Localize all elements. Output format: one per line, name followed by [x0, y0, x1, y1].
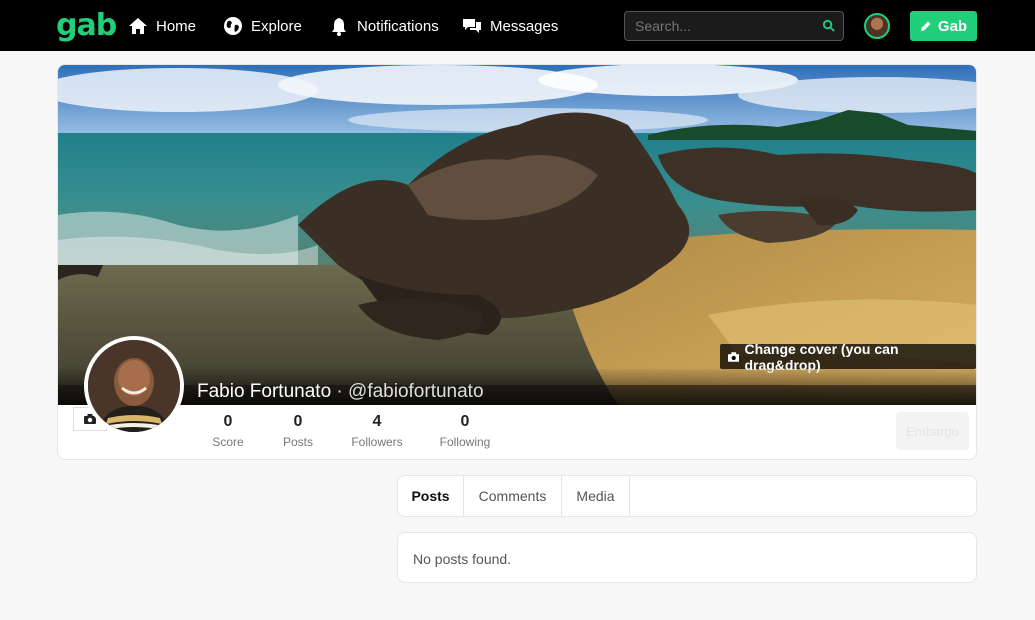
- name-bar: [58, 369, 976, 405]
- user-avatar[interactable]: [864, 13, 890, 39]
- compose-gab-button[interactable]: Gab: [910, 11, 977, 41]
- stat-value: 0: [223, 413, 233, 430]
- top-navbar: gab Home Explore Notifications Messages …: [0, 0, 1035, 51]
- empty-feed-message: No posts found.: [413, 551, 512, 567]
- nav-home[interactable]: Home: [128, 14, 196, 38]
- home-icon: [129, 18, 147, 34]
- posts-feed: No posts found.: [397, 532, 977, 583]
- bell-icon: [332, 18, 346, 36]
- name-separator: ·: [336, 381, 343, 402]
- chat-icon: [463, 19, 481, 33]
- stat-label: Score: [212, 435, 244, 449]
- stat-value: 0: [460, 413, 470, 430]
- tab-comments[interactable]: Comments: [464, 476, 562, 516]
- profile-card: Change cover (you can drag&drop) Fabio F…: [57, 64, 977, 460]
- stat-label: Followers: [351, 435, 403, 449]
- nav-explore[interactable]: Explore: [223, 14, 302, 38]
- stat-label: Following: [439, 435, 491, 449]
- camera-icon: [728, 351, 740, 362]
- compose-gab-label: Gab: [937, 17, 968, 35]
- nav-notifications-label: Notifications: [357, 17, 439, 35]
- profile-name: Fabio Fortunato · @fabiofortunato: [197, 381, 484, 403]
- tab-posts[interactable]: Posts: [398, 476, 464, 516]
- pencil-icon: [920, 21, 931, 31]
- tab-media[interactable]: Media: [562, 476, 630, 516]
- search-input[interactable]: [625, 12, 815, 40]
- profile-avatar[interactable]: [84, 336, 184, 436]
- nav-messages[interactable]: Messages: [462, 14, 558, 38]
- nav-explore-label: Explore: [251, 17, 302, 35]
- display-name: Fabio Fortunato: [197, 381, 332, 402]
- stat-followers[interactable]: 4 Followers: [347, 413, 407, 449]
- profile-action-button[interactable]: Embargo: [896, 412, 969, 450]
- stat-score: 0 Score: [206, 413, 250, 449]
- stat-value: 4: [372, 413, 382, 430]
- change-cover-button[interactable]: Change cover (you can drag&drop): [720, 341, 976, 373]
- stat-posts[interactable]: 0 Posts: [278, 413, 318, 449]
- nav-messages-label: Messages: [490, 17, 559, 35]
- change-cover-label: Change cover (you can drag&drop): [744, 340, 899, 373]
- username-handle: @fabiofortunato: [348, 381, 484, 402]
- nav-home-label: Home: [156, 17, 197, 35]
- search-icon[interactable]: [822, 19, 835, 32]
- gab-logo[interactable]: gab: [56, 8, 117, 43]
- globe-icon: [224, 17, 242, 35]
- nav-notifications[interactable]: Notifications: [329, 14, 439, 38]
- profile-tabs: Posts Comments Media: [397, 475, 977, 517]
- stat-label: Posts: [282, 435, 313, 449]
- stat-following[interactable]: 0 Following: [435, 413, 495, 449]
- stat-value: 0: [293, 413, 303, 430]
- search-box: [624, 11, 844, 41]
